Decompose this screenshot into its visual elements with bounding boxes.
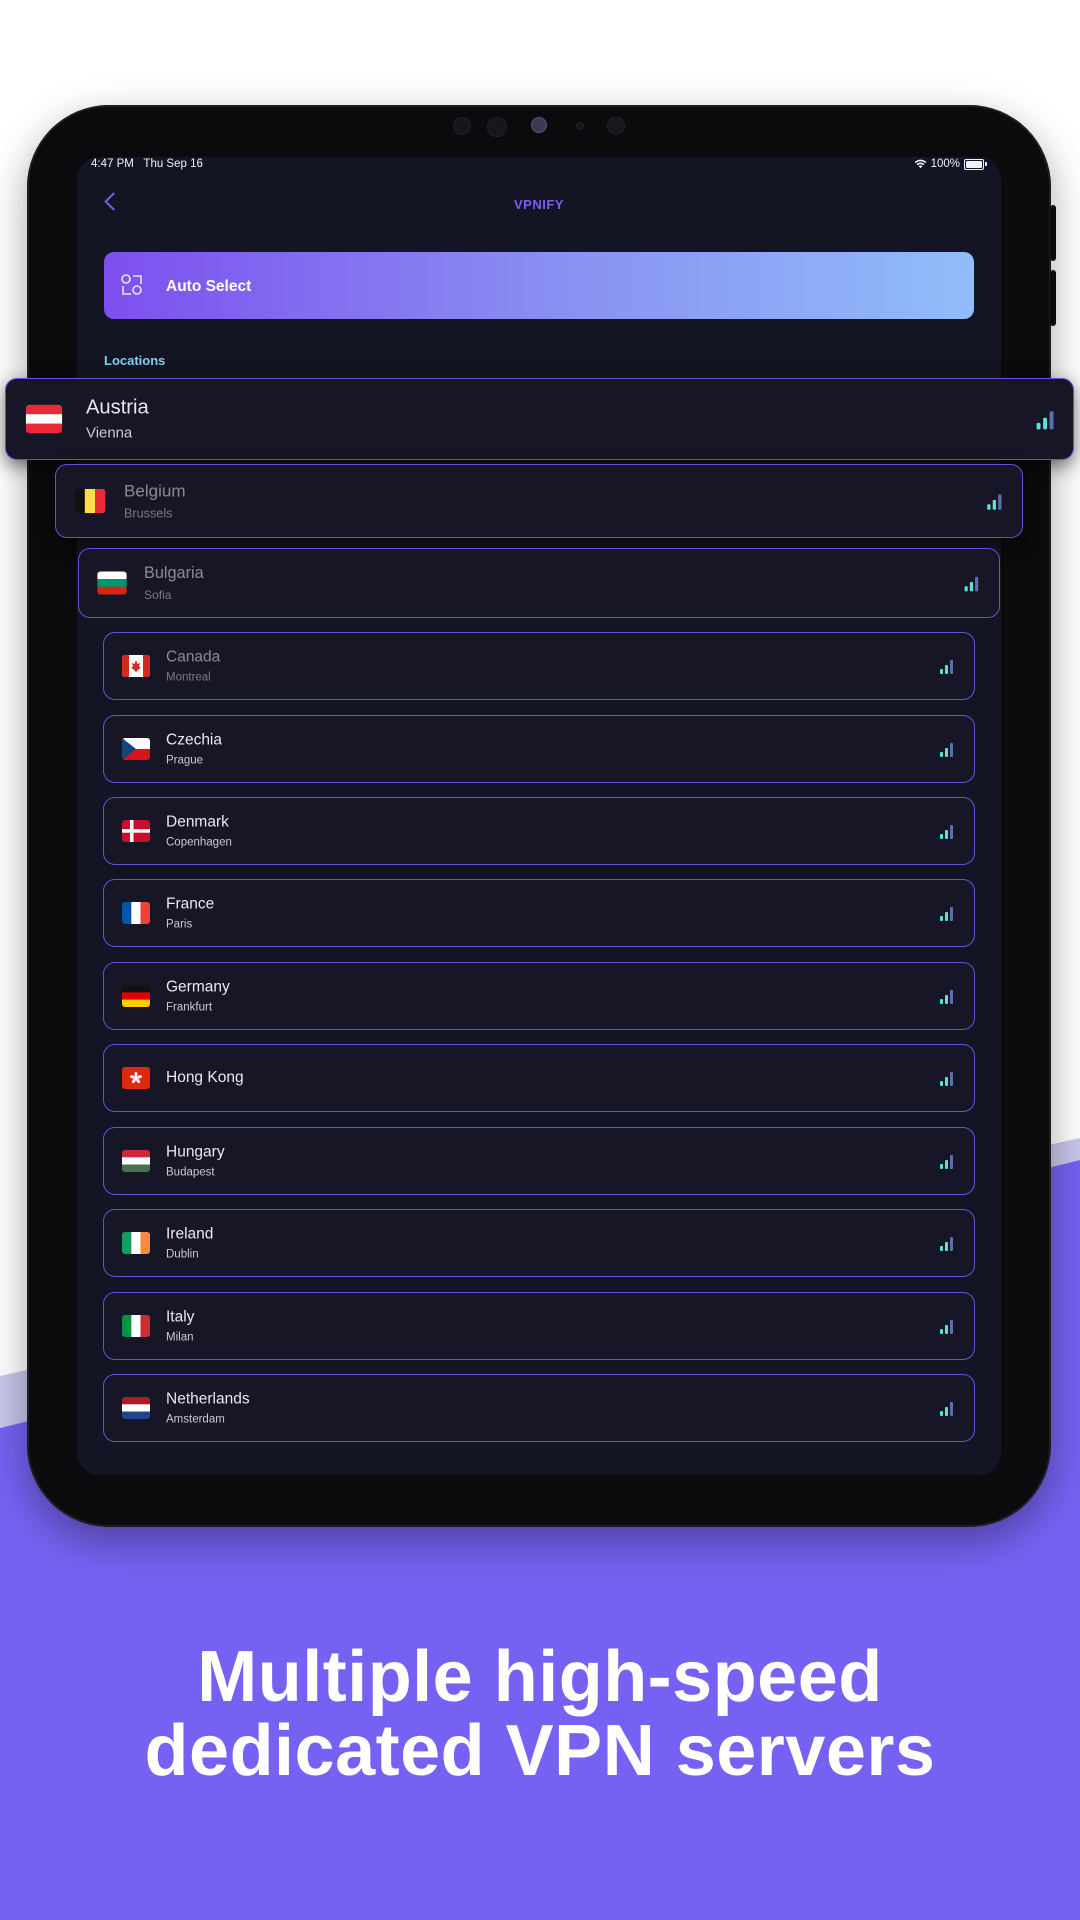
signal-strength-icon [940, 988, 956, 1004]
promo-headline: Multiple high-speed dedicated VPN server… [0, 1640, 1080, 1788]
sensor-dot [607, 117, 625, 135]
location-city: Prague [166, 754, 204, 767]
location-city: Dublin [166, 1248, 199, 1261]
battery-percent: 100% [930, 158, 960, 170]
belgium-flag-icon [74, 488, 106, 514]
location-country: Germany [166, 978, 230, 996]
headline-line-2: dedicated VPN servers [144, 1711, 936, 1791]
hungary-flag-icon [122, 1150, 150, 1172]
hongkong-flag-icon [122, 1067, 150, 1089]
sensor-dot [487, 117, 507, 137]
location-country: Netherlands [166, 1390, 250, 1408]
signal-strength-icon [1036, 409, 1058, 430]
location-city: Brussels [124, 506, 173, 521]
location-city: Montreal [166, 671, 211, 684]
denmark-flag-icon [122, 820, 150, 842]
auto-select-icon [121, 274, 142, 295]
location-city: Sofia [144, 588, 172, 602]
location-row-denmark[interactable]: Denmark Copenhagen [103, 797, 975, 865]
wifi-icon [914, 159, 926, 169]
location-country: Austria [86, 396, 149, 419]
status-time: 4:47 PM Thu Sep 16 [91, 158, 203, 170]
signal-strength-icon [940, 658, 956, 674]
battery-icon [964, 158, 984, 170]
location-city: Paris [166, 918, 193, 931]
location-country: France [166, 895, 215, 913]
location-row-ireland[interactable]: Ireland Dublin [103, 1209, 975, 1277]
location-row-czechia[interactable]: Czechia Prague [103, 715, 975, 783]
nav-bar: VPNIFY [77, 185, 1001, 217]
location-row-italy[interactable]: Italy Milan [103, 1292, 975, 1360]
locations-section-label: Locations [104, 353, 166, 368]
location-city: Milan [166, 1331, 194, 1344]
auto-select-button[interactable]: Auto Select [104, 252, 974, 319]
location-country: Canada [166, 648, 221, 666]
location-row-france[interactable]: France Paris [103, 879, 975, 947]
volume-button [1050, 205, 1056, 261]
ireland-flag-icon [122, 1232, 150, 1254]
location-row-germany[interactable]: Germany Frankfurt [103, 962, 975, 1030]
austria-flag-icon [25, 404, 63, 434]
location-country: Czechia [166, 731, 222, 749]
location-country: Hungary [166, 1143, 225, 1161]
location-row-hongkong[interactable]: Hong Kong [103, 1044, 975, 1112]
location-row-netherlands[interactable]: Netherlands Amsterdam [103, 1374, 975, 1442]
location-city: Amsterdam [166, 1413, 225, 1426]
czechia-flag-icon [122, 738, 150, 760]
signal-strength-icon [964, 575, 982, 592]
signal-strength-icon [940, 1070, 956, 1086]
volume-button [1050, 270, 1056, 326]
status-right: 100% [914, 158, 987, 170]
location-country: Denmark [166, 813, 229, 831]
location-country: Ireland [166, 1225, 214, 1243]
germany-flag-icon [122, 985, 150, 1007]
netherlands-flag-icon [122, 1397, 150, 1419]
france-flag-icon [122, 902, 150, 924]
app-title: VPNIFY [514, 197, 564, 212]
signal-strength-icon [940, 741, 956, 757]
bulgaria-flag-icon [97, 571, 127, 595]
sensor-dot [576, 122, 584, 130]
signal-strength-icon [940, 905, 956, 921]
location-country: Belgium [124, 481, 186, 501]
location-row-austria[interactable]: Austria Vienna [5, 378, 1074, 460]
location-country: Bulgaria [144, 564, 204, 582]
location-row-hungary[interactable]: Hungary Budapest [103, 1127, 975, 1195]
canada-flag-icon [122, 655, 150, 677]
signal-strength-icon [940, 823, 956, 839]
auto-select-label: Auto Select [166, 278, 252, 295]
status-bar: 4:47 PM Thu Sep 16 100% [77, 157, 1001, 173]
signal-strength-icon [940, 1235, 956, 1251]
signal-strength-icon [940, 1153, 956, 1169]
signal-strength-icon [940, 1318, 956, 1334]
location-city: Budapest [166, 1166, 215, 1179]
sensor-dot [453, 117, 471, 135]
location-city: Frankfurt [166, 1001, 213, 1014]
camera-icon [531, 117, 547, 133]
location-row-canada[interactable]: Canada Montreal [103, 632, 975, 700]
signal-strength-icon [940, 1400, 956, 1416]
italy-flag-icon [122, 1315, 150, 1337]
location-city: Copenhagen [166, 836, 232, 849]
headline-line-1: Multiple high-speed [197, 1637, 883, 1717]
location-country: Hong Kong [166, 1069, 244, 1086]
location-row-bulgaria[interactable]: Bulgaria Sofia [78, 548, 1000, 618]
camera-bar [27, 117, 1051, 137]
location-city: Vienna [86, 424, 133, 442]
location-country: Italy [166, 1308, 195, 1326]
location-row-belgium[interactable]: Belgium Brussels [55, 464, 1023, 538]
signal-strength-icon [987, 492, 1005, 510]
